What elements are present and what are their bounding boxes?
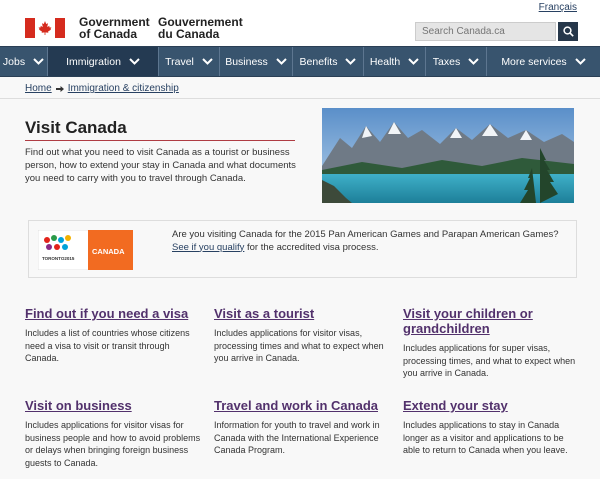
card-description: Includes applications for visitor visas … (25, 420, 201, 468)
card-description: Includes applications to stay in Canada … (403, 420, 568, 455)
site-header: Government of Canada Gouvernement du Can… (0, 0, 600, 46)
card-title-link[interactable]: Visit as a tourist (214, 306, 394, 321)
chevron-down-icon (408, 58, 419, 65)
panam-logo-canada-text: CANADA (92, 247, 125, 256)
card-description: Includes applications for visitor visas,… (214, 328, 384, 363)
chevron-down-icon (202, 58, 213, 65)
chevron-down-icon (33, 58, 44, 65)
nav-item-immigration[interactable]: Immigration (48, 47, 159, 76)
nav-item-travel[interactable]: Travel (159, 47, 220, 76)
nav-item-health[interactable]: Health (364, 47, 426, 76)
nav-item-business[interactable]: Business (220, 47, 293, 76)
search-form (415, 22, 578, 41)
moraine-lake-image (322, 108, 574, 203)
gov-fr-line2: du Canada (158, 27, 220, 41)
search-icon (562, 26, 574, 37)
main-navigation: Jobs Immigration Travel Business Benefit… (0, 46, 600, 77)
breadcrumb-immigration-link[interactable]: Immigration & citizenship (68, 83, 179, 94)
card-travel-and-work: Travel and work in Canada Information fo… (214, 398, 394, 457)
search-button[interactable] (558, 22, 578, 41)
nav-item-label: Immigration (66, 55, 121, 68)
panam-games-notice: TORONTO2015 CANADA Are you visiting Cana… (28, 220, 577, 278)
card-title-link[interactable]: Travel and work in Canada (214, 398, 394, 413)
nav-item-jobs[interactable]: Jobs (0, 47, 48, 76)
nav-item-label: Travel (165, 55, 194, 68)
nav-item-label: Benefits (299, 55, 338, 68)
nav-item-taxes[interactable]: Taxes (426, 47, 487, 76)
search-input[interactable] (415, 22, 556, 41)
panam-text-before: Are you visiting Canada for the 2015 Pan… (172, 229, 559, 240)
language-toggle-link[interactable]: Français (539, 2, 577, 13)
page-title: Visit Canada (25, 118, 127, 137)
nav-item-label: Business (225, 55, 268, 68)
nav-item-label: Taxes (432, 55, 461, 68)
chevron-down-icon (276, 58, 287, 65)
chevron-down-icon (345, 58, 357, 65)
card-title-link[interactable]: Visit your children or grandchildren (403, 306, 583, 336)
nav-item-benefits[interactable]: Benefits (293, 47, 364, 76)
arrow-right-icon (55, 85, 64, 92)
card-title-link[interactable]: Visit on business (25, 398, 205, 413)
nav-item-label: Health (369, 55, 401, 68)
intro-paragraph: Find out what you need to visit Canada a… (25, 147, 296, 184)
government-of-canada-wordmark[interactable]: Government of Canada (79, 16, 150, 40)
title-underline (25, 140, 295, 141)
card-description: Information for youth to travel and work… (214, 420, 380, 455)
card-description: Includes a list of countries whose citiz… (25, 328, 190, 363)
card-title-link[interactable]: Extend your stay (403, 398, 583, 413)
panam-notice-text: Are you visiting Canada for the 2015 Pan… (172, 229, 572, 254)
card-description: Includes applications for super visas, p… (403, 343, 576, 378)
chevron-down-icon (129, 58, 140, 65)
gov-en-line2: of Canada (79, 27, 138, 41)
card-visit-as-tourist: Visit as a tourist Includes applications… (214, 306, 394, 365)
panam-text-after: for the accredited visa process. (247, 241, 379, 253)
card-title-link[interactable]: Find out if you need a visa (25, 306, 205, 321)
card-need-a-visa: Find out if you need a visa Includes a l… (25, 306, 205, 365)
chevron-down-icon (574, 58, 586, 65)
toronto-2015-canada-logo: TORONTO2015 CANADA (38, 230, 133, 270)
breadcrumb-home-link[interactable]: Home (25, 83, 52, 94)
card-visit-on-business: Visit on business Includes applications … (25, 398, 205, 469)
see-if-you-qualify-link[interactable]: See if you qualify (172, 242, 244, 253)
chevron-down-icon (468, 58, 479, 65)
canada-flag-icon[interactable] (25, 18, 65, 38)
gouvernement-du-canada-wordmark[interactable]: Gouvernement du Canada (158, 16, 243, 40)
card-visit-children: Visit your children or grandchildren Inc… (403, 306, 583, 380)
panam-logo-toronto-text: TORONTO2015 (42, 256, 75, 261)
breadcrumb: Home Immigration & citizenship (25, 83, 179, 94)
nav-item-more-services[interactable]: More services (487, 47, 600, 76)
card-extend-your-stay: Extend your stay Includes applications t… (403, 398, 583, 457)
nav-item-label: Jobs (2, 55, 26, 68)
nav-item-label: More services (501, 55, 567, 68)
breadcrumb-divider (0, 98, 600, 99)
